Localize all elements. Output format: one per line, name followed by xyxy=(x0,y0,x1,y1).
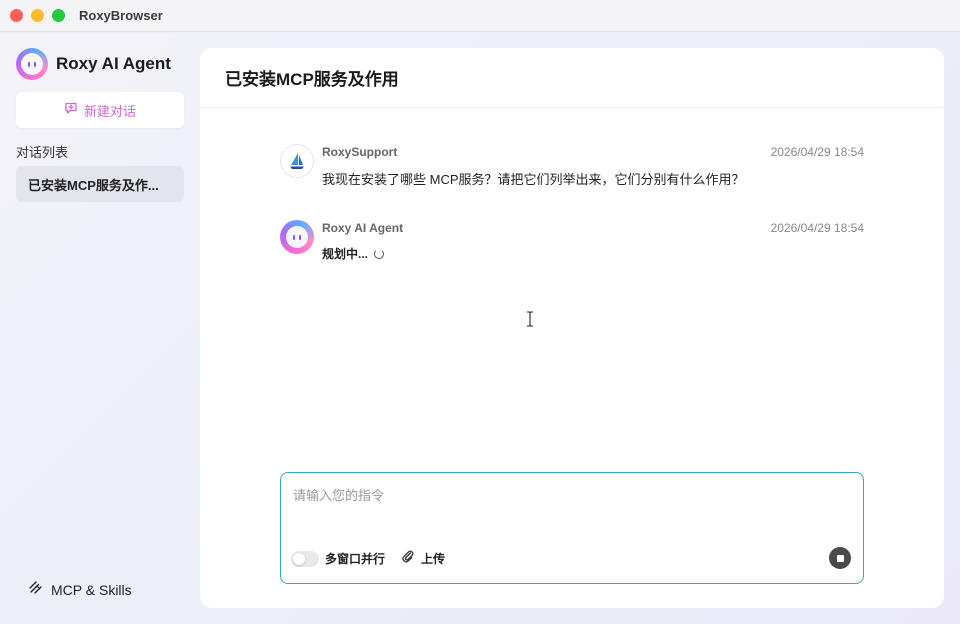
upload-label: 上传 xyxy=(421,552,446,566)
sail-logo-icon xyxy=(280,144,314,178)
mcp-skills-button[interactable]: MCP & Skills xyxy=(28,580,132,599)
chat-header: 已安装MCP服务及作用 xyxy=(200,48,944,108)
mcp-icon xyxy=(28,580,44,599)
sidebar: Roxy AI Agent 新建对话 对话列表 已安装MCP服务及作... MC… xyxy=(0,33,200,624)
mcp-skills-label: MCP & Skills xyxy=(51,581,132,598)
brand-name: Roxy AI Agent xyxy=(56,54,171,73)
loading-spinner-icon xyxy=(374,248,385,259)
stop-button[interactable] xyxy=(829,547,851,569)
multi-window-label: 多窗口并行 xyxy=(325,552,386,566)
message-timestamp: 2026/04/29 18:54 xyxy=(770,221,864,235)
planning-status: 规划中... xyxy=(322,245,385,262)
conversation-item[interactable]: 已安装MCP服务及作... xyxy=(16,166,184,202)
traffic-lights xyxy=(10,9,65,22)
new-chat-button[interactable]: 新建对话 xyxy=(16,92,184,128)
message-text[interactable]: 我现在安装了哪些 MCP服务？请把它们列举出来，它们分别有什么作用？ xyxy=(322,169,745,188)
paperclip-icon xyxy=(401,549,415,568)
agent-message: Roxy AI Agent 2026/04/29 18:54 规划中... xyxy=(280,220,864,262)
multi-window-toggle[interactable] xyxy=(291,550,319,567)
upload-button[interactable]: 上传 xyxy=(401,549,445,568)
window-titlebar: RoxyBrowser xyxy=(0,0,960,32)
stop-icon xyxy=(836,554,844,562)
instruction-input-box: 多窗口并行 上传 xyxy=(280,472,864,584)
new-chat-label: 新建对话 xyxy=(83,103,136,119)
toggle-knob xyxy=(293,552,305,565)
text-cursor-icon xyxy=(526,311,534,332)
message-author: Roxy AI Agent xyxy=(322,221,404,235)
user-message: RoxySupport 2026/04/29 18:54 我现在安装了哪些 MC… xyxy=(280,144,864,187)
agent-avatar-icon xyxy=(280,220,314,254)
minimize-window-button[interactable] xyxy=(31,9,44,22)
chat-panel: 已安装MCP服务及作用 RoxySupport 2026/04/29 18:54… xyxy=(200,48,944,608)
agent-logo-icon xyxy=(16,48,48,80)
new-chat-icon xyxy=(64,101,78,120)
instruction-input[interactable] xyxy=(293,485,853,535)
message-timestamp: 2026/04/29 18:54 xyxy=(770,145,864,159)
conversation-list-heading: 对话列表 xyxy=(16,145,69,160)
window-title: RoxyBrowser xyxy=(79,8,163,23)
planning-status-text: 规划中... xyxy=(322,247,369,261)
chat-title: 已安装MCP服务及作用 xyxy=(225,70,399,89)
close-window-button[interactable] xyxy=(10,9,23,22)
message-author: RoxySupport xyxy=(322,145,398,159)
zoom-window-button[interactable] xyxy=(52,9,65,22)
input-toolbar: 多窗口并行 上传 xyxy=(291,549,445,568)
brand: Roxy AI Agent xyxy=(16,48,171,80)
